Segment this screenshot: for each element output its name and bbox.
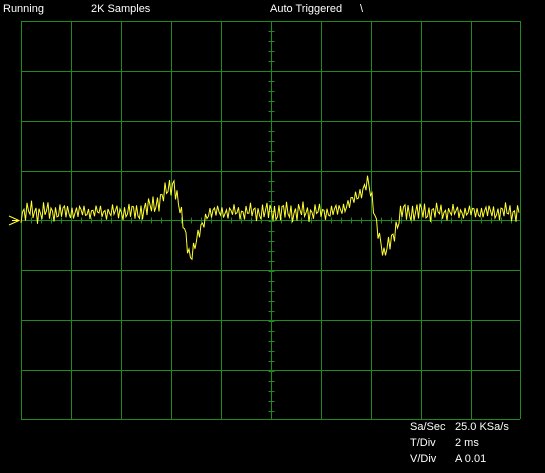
run-state-label: Running xyxy=(3,3,44,15)
falling-edge-icon: \ xyxy=(360,3,364,15)
v-div-value: A 0.01 xyxy=(455,453,487,465)
graticule-grid xyxy=(21,21,521,420)
sa-sec-label: Sa/Sec xyxy=(410,421,446,433)
t-div-label: T/Div xyxy=(410,437,436,449)
sa-sec-value: 25.0 KSa/s xyxy=(455,421,509,433)
trigger-mode-label: Auto Triggered xyxy=(270,3,343,15)
sample-count-label: 2K Samples xyxy=(91,3,151,15)
v-div-label: V/Div xyxy=(410,453,437,465)
oscilloscope-display xyxy=(8,21,521,420)
t-div-value: 2 ms xyxy=(455,437,479,449)
center-axis-ticks xyxy=(21,21,512,412)
waveform-trace xyxy=(20,175,520,261)
channel-ground-arrow-icon xyxy=(8,215,21,226)
